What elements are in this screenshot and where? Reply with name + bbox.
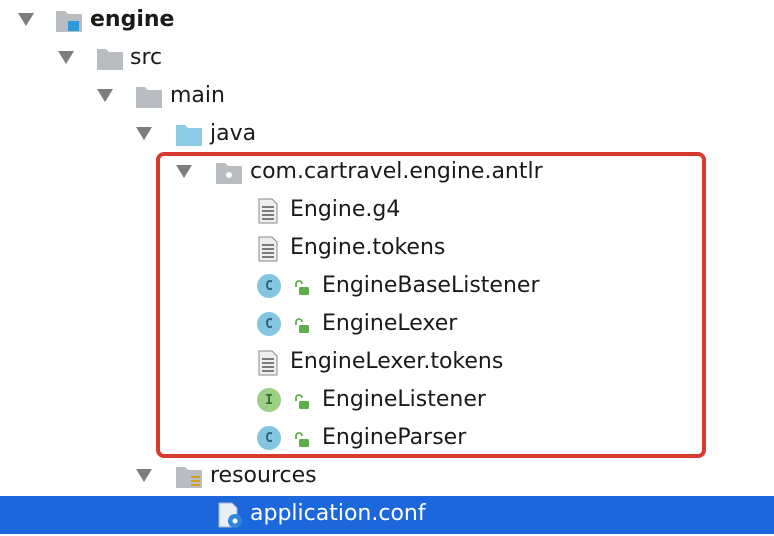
config-file-icon bbox=[216, 502, 242, 528]
expand-arrow-icon[interactable] bbox=[136, 127, 152, 140]
tree-node-config[interactable]: application.conf bbox=[0, 496, 774, 534]
expand-arrow-icon[interactable] bbox=[136, 469, 152, 482]
tree-node-src[interactable]: src bbox=[0, 40, 774, 78]
tree-node-engine[interactable]: engine bbox=[0, 2, 774, 40]
tree-node-label: java bbox=[210, 121, 257, 146]
tree-node-label: resources bbox=[210, 463, 317, 488]
highlight-annotation-box bbox=[156, 152, 706, 458]
tree-node-label: engine bbox=[90, 7, 175, 32]
module-folder-icon bbox=[55, 8, 82, 34]
tree-node-main[interactable]: main bbox=[0, 78, 774, 116]
folder-icon bbox=[96, 46, 123, 72]
source-folder-icon bbox=[175, 122, 202, 148]
tree-node-label: main bbox=[170, 83, 225, 108]
tree-node-java[interactable]: java bbox=[0, 116, 774, 154]
tree-node-label: application.conf bbox=[250, 501, 426, 526]
expand-arrow-icon[interactable] bbox=[18, 13, 34, 26]
expand-arrow-icon[interactable] bbox=[58, 51, 74, 64]
expand-arrow-icon[interactable] bbox=[97, 89, 113, 102]
tree-node-resources[interactable]: resources bbox=[0, 458, 774, 496]
folder-icon bbox=[135, 84, 162, 110]
resources-folder-icon bbox=[175, 464, 202, 490]
tree-node-label: src bbox=[130, 45, 163, 70]
project-tree: engine src main java com.cartravel.engin… bbox=[0, 0, 774, 534]
